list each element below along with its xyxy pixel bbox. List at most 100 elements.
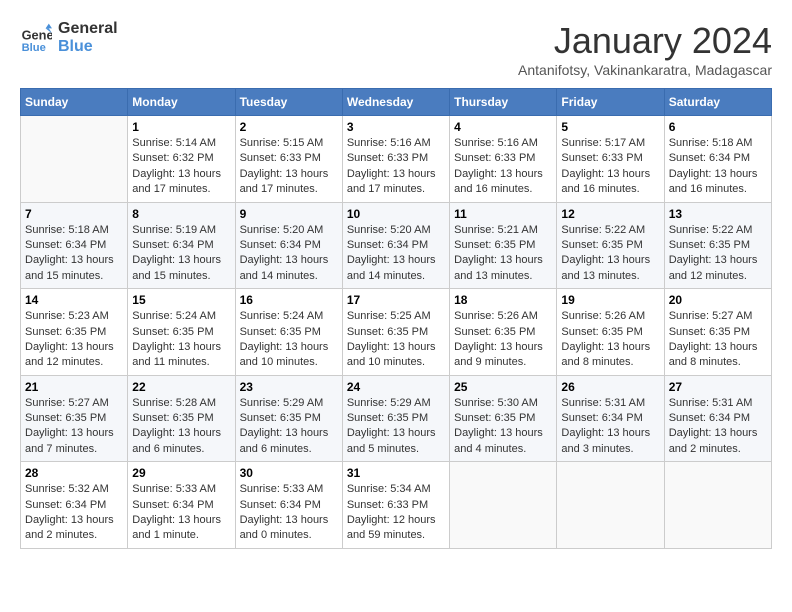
day-info: Sunrise: 5:27 AMSunset: 6:35 PMDaylight:…	[25, 396, 123, 458]
day-cell: 17 Sunrise: 5:25 AMSunset: 6:35 PMDayligh…	[342, 289, 449, 376]
day-number: 8	[132, 207, 230, 221]
logo-icon: General Blue	[20, 22, 52, 54]
day-info: Sunrise: 5:22 AMSunset: 6:35 PMDaylight:…	[561, 223, 659, 285]
day-number: 13	[669, 207, 767, 221]
day-info: Sunrise: 5:17 AMSunset: 6:33 PMDaylight:…	[561, 136, 659, 198]
logo-line2: Blue	[58, 38, 118, 56]
header-cell-monday: Monday	[128, 89, 235, 116]
header: General Blue General Blue January 2024 A…	[20, 20, 772, 78]
day-number: 9	[240, 207, 338, 221]
svg-text:General: General	[22, 27, 52, 42]
header-cell-tuesday: Tuesday	[235, 89, 342, 116]
day-cell: 16 Sunrise: 5:24 AMSunset: 6:35 PMDayligh…	[235, 289, 342, 376]
day-cell: 5 Sunrise: 5:17 AMSunset: 6:33 PMDaylight…	[557, 116, 664, 203]
day-number: 22	[132, 380, 230, 394]
title-area: January 2024 Antanifotsy, Vakinankaratra…	[518, 20, 772, 78]
day-info: Sunrise: 5:29 AMSunset: 6:35 PMDaylight:…	[240, 396, 338, 458]
day-number: 31	[347, 466, 445, 480]
week-row-5: 28 Sunrise: 5:32 AMSunset: 6:34 PMDayligh…	[21, 462, 772, 549]
day-info: Sunrise: 5:19 AMSunset: 6:34 PMDaylight:…	[132, 223, 230, 285]
day-number: 26	[561, 380, 659, 394]
day-info: Sunrise: 5:28 AMSunset: 6:35 PMDaylight:…	[132, 396, 230, 458]
day-info: Sunrise: 5:16 AMSunset: 6:33 PMDaylight:…	[347, 136, 445, 198]
day-info: Sunrise: 5:18 AMSunset: 6:34 PMDaylight:…	[25, 223, 123, 285]
day-cell: 4 Sunrise: 5:16 AMSunset: 6:33 PMDaylight…	[450, 116, 557, 203]
day-cell: 2Sunrise: 5:15 AMSunset: 6:33 PMDaylight…	[235, 116, 342, 203]
day-info: Sunrise: 5:20 AMSunset: 6:34 PMDaylight:…	[240, 223, 338, 285]
day-cell: 20 Sunrise: 5:27 AMSunset: 6:35 PMDayligh…	[664, 289, 771, 376]
logo-line1: General	[58, 20, 118, 38]
day-cell: 31Sunrise: 5:34 AMSunset: 6:33 PMDayligh…	[342, 462, 449, 549]
day-number: 3	[347, 120, 445, 134]
day-cell: 15 Sunrise: 5:24 AMSunset: 6:35 PMDayligh…	[128, 289, 235, 376]
day-cell: 10Sunrise: 5:20 AMSunset: 6:34 PMDayligh…	[342, 202, 449, 289]
calendar-table: SundayMondayTuesdayWednesdayThursdayFrid…	[20, 88, 772, 549]
location-subtitle: Antanifotsy, Vakinankaratra, Madagascar	[518, 62, 772, 78]
day-number: 12	[561, 207, 659, 221]
header-cell-saturday: Saturday	[664, 89, 771, 116]
day-info: Sunrise: 5:31 AMSunset: 6:34 PMDaylight:…	[561, 396, 659, 458]
day-info: Sunrise: 5:33 AMSunset: 6:34 PMDaylight:…	[240, 482, 338, 544]
day-info: Sunrise: 5:27 AMSunset: 6:35 PMDaylight:…	[669, 309, 767, 371]
day-number: 18	[454, 293, 552, 307]
day-cell: 7 Sunrise: 5:18 AMSunset: 6:34 PMDaylight…	[21, 202, 128, 289]
day-info: Sunrise: 5:24 AMSunset: 6:35 PMDaylight:…	[240, 309, 338, 371]
day-info: Sunrise: 5:33 AMSunset: 6:34 PMDaylight:…	[132, 482, 230, 544]
day-info: Sunrise: 5:29 AMSunset: 6:35 PMDaylight:…	[347, 396, 445, 458]
day-cell: 23 Sunrise: 5:29 AMSunset: 6:35 PMDayligh…	[235, 375, 342, 462]
day-number: 30	[240, 466, 338, 480]
day-cell	[21, 116, 128, 203]
day-cell: 24 Sunrise: 5:29 AMSunset: 6:35 PMDayligh…	[342, 375, 449, 462]
day-number: 5	[561, 120, 659, 134]
day-cell: 18 Sunrise: 5:26 AMSunset: 6:35 PMDayligh…	[450, 289, 557, 376]
day-cell: 28 Sunrise: 5:32 AMSunset: 6:34 PMDayligh…	[21, 462, 128, 549]
day-info: Sunrise: 5:14 AMSunset: 6:32 PMDaylight:…	[132, 136, 230, 198]
day-number: 24	[347, 380, 445, 394]
day-number: 20	[669, 293, 767, 307]
day-cell: 14 Sunrise: 5:23 AMSunset: 6:35 PMDayligh…	[21, 289, 128, 376]
day-number: 16	[240, 293, 338, 307]
day-number: 28	[25, 466, 123, 480]
day-cell	[557, 462, 664, 549]
day-number: 6	[669, 120, 767, 134]
day-number: 23	[240, 380, 338, 394]
day-cell: 1Sunrise: 5:14 AMSunset: 6:32 PMDaylight…	[128, 116, 235, 203]
day-cell: 29Sunrise: 5:33 AMSunset: 6:34 PMDayligh…	[128, 462, 235, 549]
day-number: 19	[561, 293, 659, 307]
day-info: Sunrise: 5:32 AMSunset: 6:34 PMDaylight:…	[25, 482, 123, 544]
day-info: Sunrise: 5:15 AMSunset: 6:33 PMDaylight:…	[240, 136, 338, 198]
day-info: Sunrise: 5:22 AMSunset: 6:35 PMDaylight:…	[669, 223, 767, 285]
day-cell: 25Sunrise: 5:30 AMSunset: 6:35 PMDayligh…	[450, 375, 557, 462]
week-row-1: 1Sunrise: 5:14 AMSunset: 6:32 PMDaylight…	[21, 116, 772, 203]
day-info: Sunrise: 5:24 AMSunset: 6:35 PMDaylight:…	[132, 309, 230, 371]
day-info: Sunrise: 5:16 AMSunset: 6:33 PMDaylight:…	[454, 136, 552, 198]
day-cell	[450, 462, 557, 549]
day-cell	[664, 462, 771, 549]
day-number: 15	[132, 293, 230, 307]
day-number: 14	[25, 293, 123, 307]
day-cell: 27Sunrise: 5:31 AMSunset: 6:34 PMDayligh…	[664, 375, 771, 462]
day-cell: 3 Sunrise: 5:16 AMSunset: 6:33 PMDaylight…	[342, 116, 449, 203]
day-info: Sunrise: 5:30 AMSunset: 6:35 PMDaylight:…	[454, 396, 552, 458]
week-row-2: 7 Sunrise: 5:18 AMSunset: 6:34 PMDaylight…	[21, 202, 772, 289]
day-number: 17	[347, 293, 445, 307]
day-cell: 30 Sunrise: 5:33 AMSunset: 6:34 PMDayligh…	[235, 462, 342, 549]
week-row-3: 14 Sunrise: 5:23 AMSunset: 6:35 PMDayligh…	[21, 289, 772, 376]
day-info: Sunrise: 5:25 AMSunset: 6:35 PMDaylight:…	[347, 309, 445, 371]
day-number: 7	[25, 207, 123, 221]
day-number: 21	[25, 380, 123, 394]
day-info: Sunrise: 5:18 AMSunset: 6:34 PMDaylight:…	[669, 136, 767, 198]
day-info: Sunrise: 5:26 AMSunset: 6:35 PMDaylight:…	[561, 309, 659, 371]
day-cell: 8 Sunrise: 5:19 AMSunset: 6:34 PMDaylight…	[128, 202, 235, 289]
day-info: Sunrise: 5:26 AMSunset: 6:35 PMDaylight:…	[454, 309, 552, 371]
day-cell: 21 Sunrise: 5:27 AMSunset: 6:35 PMDayligh…	[21, 375, 128, 462]
day-cell: 26 Sunrise: 5:31 AMSunset: 6:34 PMDayligh…	[557, 375, 664, 462]
day-info: Sunrise: 5:23 AMSunset: 6:35 PMDaylight:…	[25, 309, 123, 371]
day-cell: 19 Sunrise: 5:26 AMSunset: 6:35 PMDayligh…	[557, 289, 664, 376]
day-cell: 22 Sunrise: 5:28 AMSunset: 6:35 PMDayligh…	[128, 375, 235, 462]
svg-text:Blue: Blue	[22, 41, 46, 53]
day-number: 4	[454, 120, 552, 134]
logo: General Blue General Blue	[20, 20, 118, 55]
day-number: 11	[454, 207, 552, 221]
day-cell: 6 Sunrise: 5:18 AMSunset: 6:34 PMDaylight…	[664, 116, 771, 203]
